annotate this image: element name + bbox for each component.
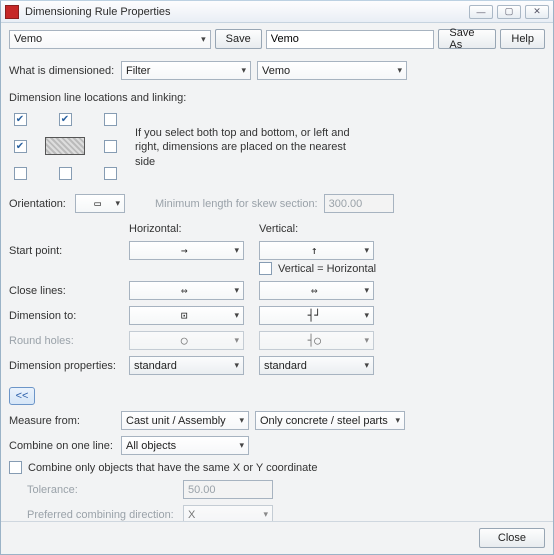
start-point-label: Start point: (9, 245, 119, 257)
chevron-down-icon: ▾ (395, 415, 400, 426)
minimize-button[interactable]: — (469, 5, 493, 19)
combine-dir-label: Preferred combining direction: (27, 509, 177, 521)
round-vertical-select[interactable]: ┤◯▾ (259, 331, 374, 350)
app-icon (5, 5, 19, 19)
what-dimensioned-label: What is dimensioned: (9, 65, 115, 77)
location-grid (9, 110, 121, 182)
dimto-vertical-select[interactable]: ┤┘▾ (259, 306, 374, 325)
loc-bot-left-check[interactable] (14, 167, 27, 180)
start-horizontal-select[interactable]: →▾ (129, 241, 244, 260)
close-button[interactable]: Close (479, 528, 545, 548)
chevron-down-icon: ▾ (397, 65, 402, 76)
combine-label: Combine on one line: (9, 440, 115, 452)
vertical-header: Vertical: (259, 223, 379, 235)
dimension-to-label: Dimension to: (9, 310, 119, 322)
loc-mid-right-check[interactable] (104, 140, 117, 153)
tolerance-input (183, 480, 273, 499)
loc-top-center-check[interactable] (59, 113, 72, 126)
vert-eq-horiz-check[interactable] (259, 262, 272, 275)
save-as-button[interactable]: Save As (438, 29, 496, 49)
chevron-down-icon: ▾ (234, 360, 239, 371)
chevron-down-icon: ▾ (364, 310, 369, 321)
filter-type-value: Filter (126, 65, 150, 77)
horizontal-header: Horizontal: (129, 223, 249, 235)
chevron-down-icon: ▾ (239, 415, 244, 426)
loc-bot-center-check[interactable] (59, 167, 72, 180)
help-button[interactable]: Help (500, 29, 545, 49)
window-title: Dimensioning Rule Properties (25, 6, 465, 18)
combine-select[interactable]: All objects▾ (121, 436, 249, 455)
chevron-down-icon: ▾ (234, 245, 239, 256)
maximize-button[interactable]: ▢ (497, 5, 521, 19)
dim-props-horizontal-select[interactable]: standard▾ (129, 356, 244, 375)
titlebar: Dimensioning Rule Properties — ▢ ✕ (1, 1, 553, 23)
orientation-glyph-icon: ▭ (80, 197, 115, 210)
dim-props-vertical-select[interactable]: standard▾ (259, 356, 374, 375)
close-horizontal-select[interactable]: ⇔▾ (129, 281, 244, 300)
min-skew-input (324, 194, 394, 213)
orientation-label: Orientation: (9, 198, 69, 210)
chevron-down-icon: ▾ (234, 285, 239, 296)
measure-from-label: Measure from: (9, 415, 115, 427)
chevron-down-icon: ▾ (234, 310, 239, 321)
chevron-down-icon: ▾ (364, 360, 369, 371)
round-horizontal-select[interactable]: ◯▾ (129, 331, 244, 350)
chevron-down-icon: ▾ (115, 198, 120, 209)
part-sketch-icon (45, 137, 85, 155)
dimto-horizontal-select[interactable]: ⊡▾ (129, 306, 244, 325)
loc-top-right-check[interactable] (104, 113, 117, 126)
close-lines-label: Close lines: (9, 285, 119, 297)
locations-note: If you select both top and bottom, or le… (135, 126, 365, 169)
start-vertical-select[interactable]: ↑▾ (259, 241, 374, 260)
filter-target-select[interactable]: Vemo ▾ (257, 61, 407, 80)
chevron-down-icon: ▾ (364, 335, 369, 346)
vert-eq-horiz-label: Vertical = Horizontal (278, 263, 376, 275)
same-xy-check[interactable] (9, 461, 22, 474)
chevron-down-icon: ▾ (241, 65, 246, 76)
close-vertical-select[interactable]: ⇔▾ (259, 281, 374, 300)
combine-dir-select: X▾ (183, 505, 273, 521)
preset-select[interactable]: Vemo ▾ (9, 30, 211, 49)
min-skew-label: Minimum length for skew section: (155, 198, 318, 210)
tolerance-label: Tolerance: (27, 484, 177, 496)
chevron-down-icon: ▾ (201, 34, 206, 45)
round-holes-label: Round holes: (9, 335, 119, 347)
loc-top-left-check[interactable] (14, 113, 27, 126)
chevron-down-icon: ▾ (234, 335, 239, 346)
dim-props-label: Dimension properties: (9, 360, 119, 372)
filter-target-value: Vemo (262, 65, 290, 77)
chevron-down-icon: ▾ (364, 245, 369, 256)
locations-title: Dimension line locations and linking: (9, 92, 545, 104)
chevron-down-icon: ▾ (239, 440, 244, 451)
preset-value: Vemo (14, 33, 42, 45)
loc-mid-left-check[interactable] (14, 140, 27, 153)
chevron-down-icon: ▾ (263, 509, 268, 520)
save-button[interactable]: Save (215, 29, 262, 49)
measure-from-select[interactable]: Cast unit / Assembly▾ (121, 411, 249, 430)
same-xy-label: Combine only objects that have the same … (28, 462, 317, 474)
loc-bot-right-check[interactable] (104, 167, 117, 180)
collapse-button[interactable]: << (9, 387, 35, 405)
chevron-down-icon: ▾ (364, 285, 369, 296)
preset-name-input[interactable] (266, 30, 435, 49)
filter-type-select[interactable]: Filter ▾ (121, 61, 251, 80)
orientation-select[interactable]: ▭ ▾ (75, 194, 125, 213)
close-window-button[interactable]: ✕ (525, 5, 549, 19)
measure-filter-select[interactable]: Only concrete / steel parts▾ (255, 411, 405, 430)
